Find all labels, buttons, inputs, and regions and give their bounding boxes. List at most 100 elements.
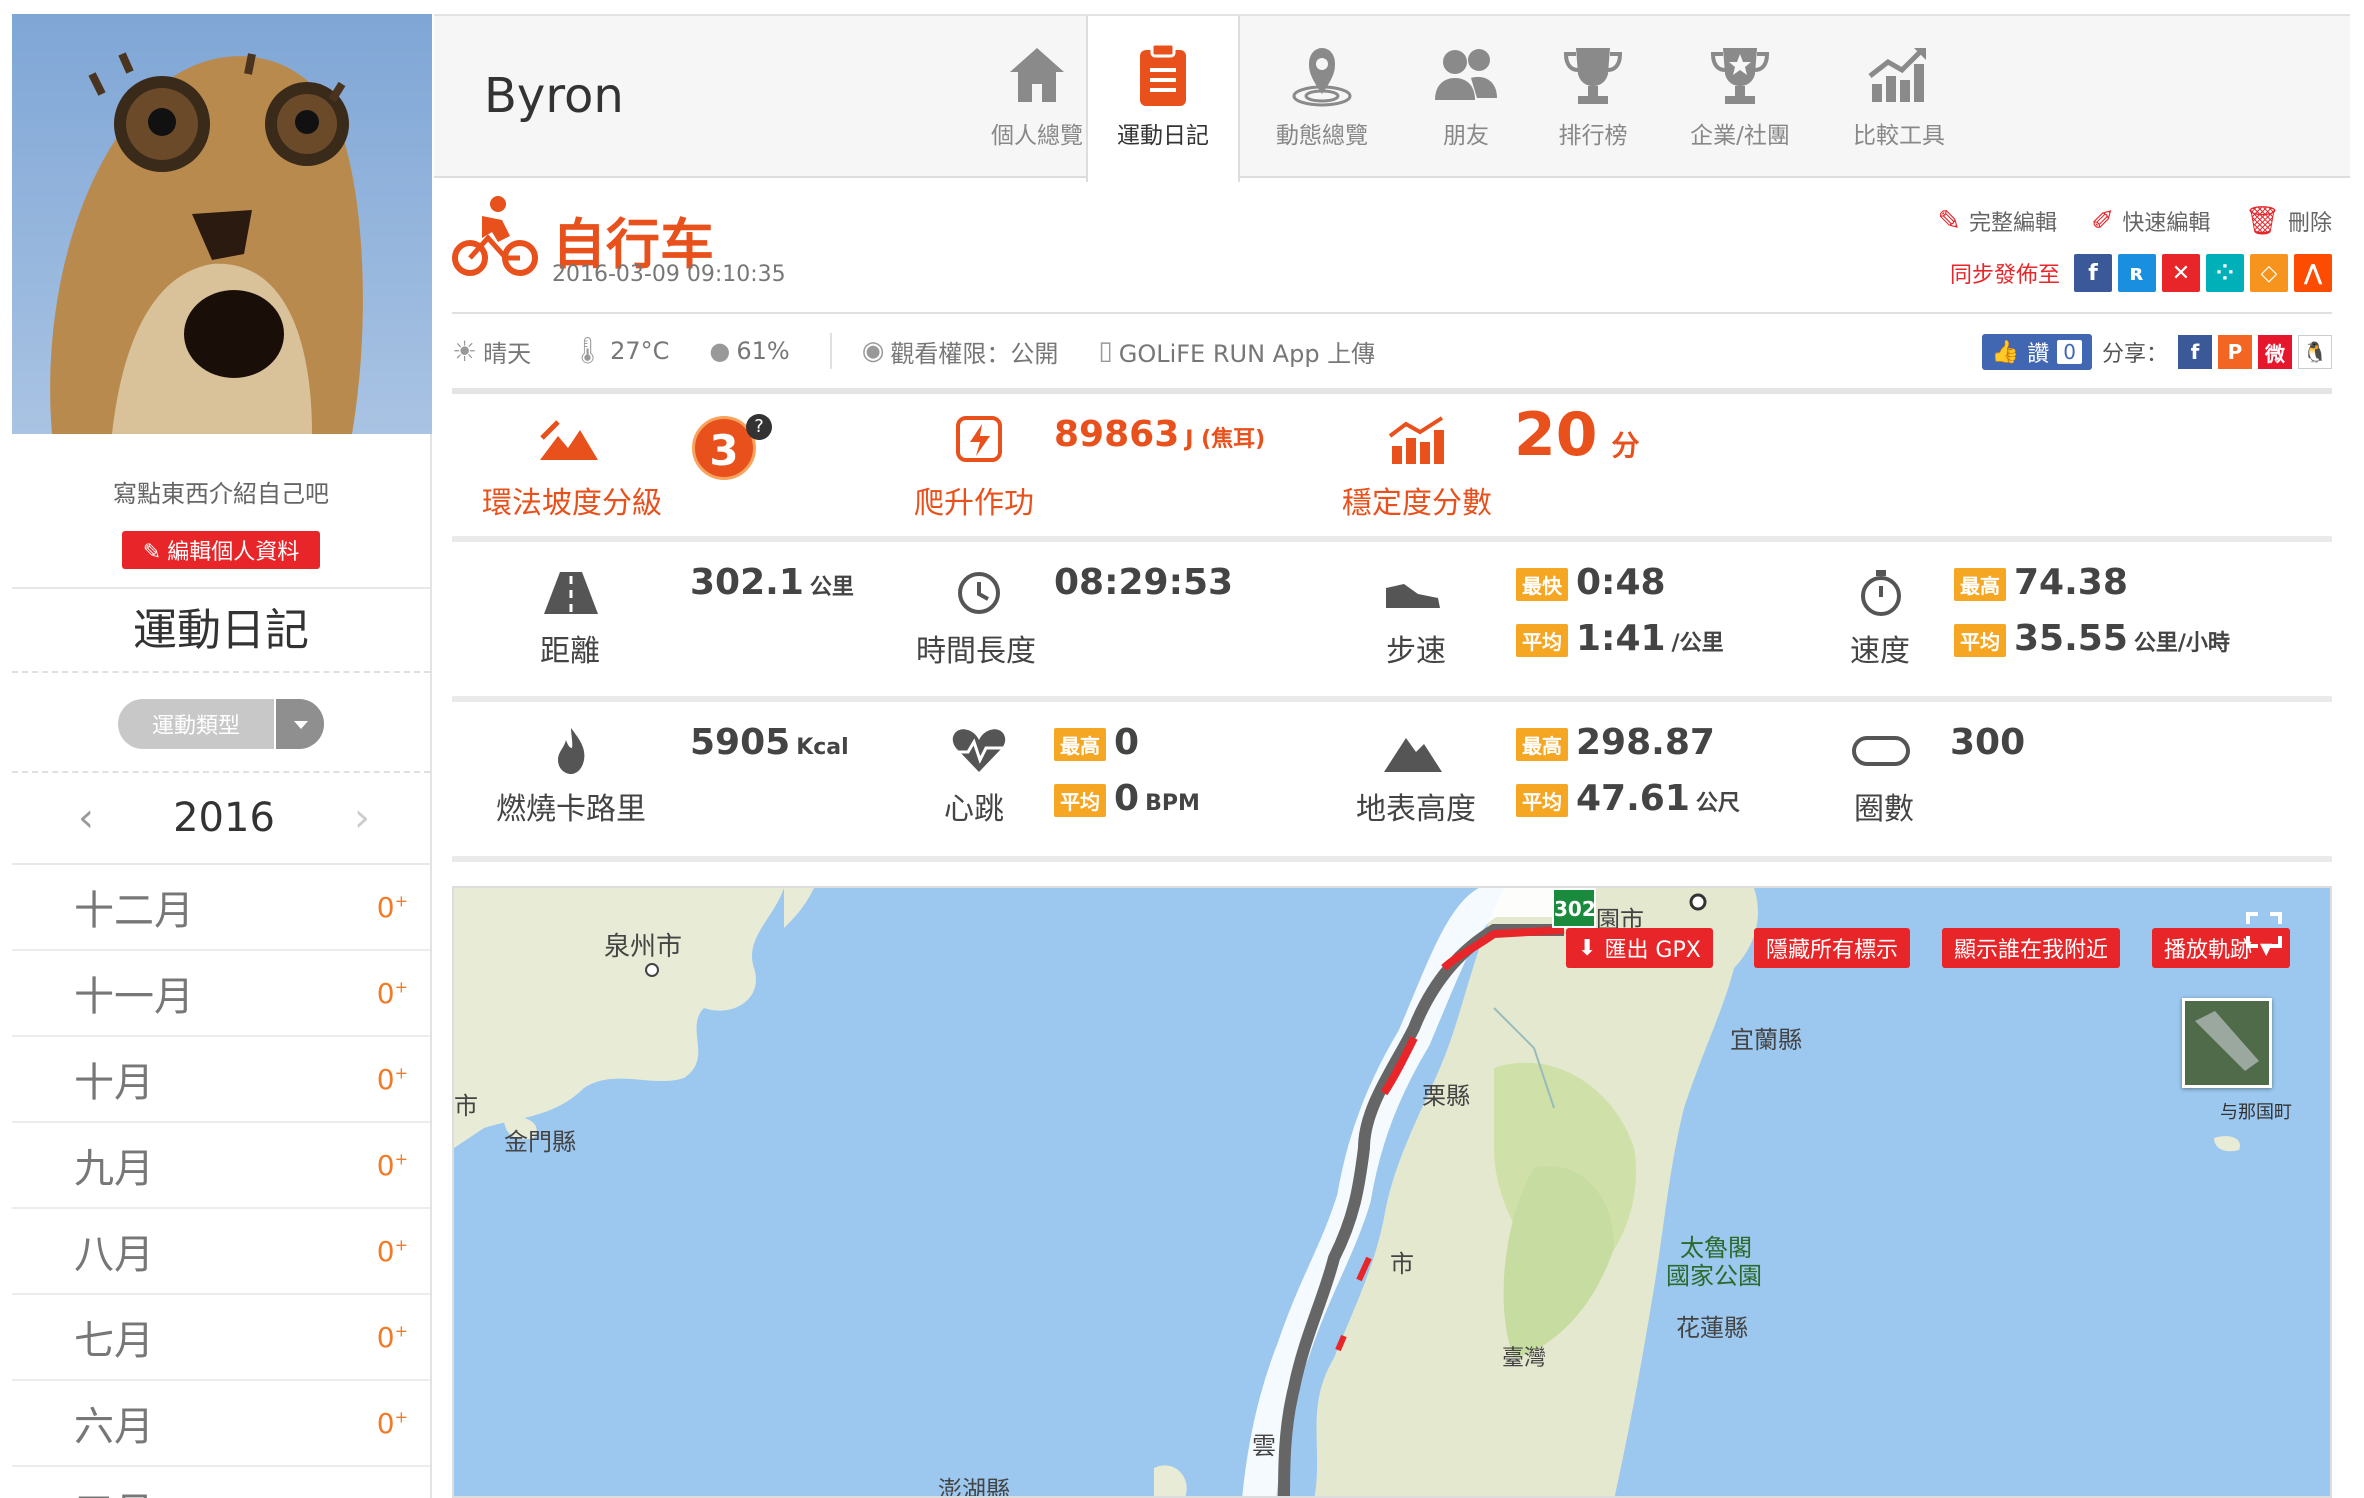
month-row[interactable]: 五月 0+ [12,1467,430,1498]
tab-0[interactable]: 個人總覽 [972,16,1102,180]
fullscreen-icon[interactable] [2244,910,2284,950]
weather: ☀ 晴天 [452,334,531,369]
month-row[interactable]: 十一月 0+ [12,951,430,1037]
fitbit-sync-icon[interactable]: ⁘ [2206,254,2244,292]
distance-number: 302.1 [690,562,804,603]
sidebar: 寫點東西介紹自己吧 ✎ 編輯個人資料 運動日記 運動類型 ‹ 2016 › 十二月… [12,14,432,1498]
month-count-plus: + [394,1407,408,1427]
satellite-thumbnail [2185,1001,2269,1085]
route-map[interactable]: 302 泉州市 金門縣 市 園市 宜蘭縣 栗縣 市 太魯閣 國家公園 花蓮縣 臺… [452,886,2332,1498]
pace-fast: 最快 0:48 [1516,562,1666,603]
altitude-max-badge: 最高 [1516,727,1568,761]
next-year-button[interactable]: › [354,795,370,841]
qq-share-icon[interactable]: 🐧 [2298,335,2332,369]
tab-5[interactable]: 企業/社團 [1656,16,1824,180]
lap-icon [1852,736,1910,766]
month-row[interactable]: 十二月 0+ [12,865,430,951]
strava-sync-icon[interactable]: ⋀ [2294,254,2332,292]
duration-label: 時間長度 [916,634,1036,669]
edit-profile-button[interactable]: ✎ 編輯個人資料 [122,531,320,569]
heart-icon [952,729,1006,772]
month-row[interactable]: 九月 0+ [12,1123,430,1209]
month-row[interactable]: 七月 0+ [12,1295,430,1381]
delete-button[interactable]: 🗑 刪除 [2244,204,2332,237]
map-canvas[interactable] [454,888,2332,1498]
stability-label: 穩定度分數 [1342,486,1492,521]
km-marker[interactable]: 302 [1552,888,1596,928]
heart-label: 心跳 [944,792,1004,827]
chevron-down-icon[interactable] [274,699,324,749]
road-icon [544,572,598,614]
avatar[interactable] [12,14,432,434]
altitude-max-value: 298.87 [1576,722,1715,763]
tab-label: 企業/社團 [1690,123,1790,149]
heart-unit: BPM [1145,791,1200,816]
show-nearby-button[interactable]: 顯示誰在我附近 [1942,928,2121,968]
month-row[interactable]: 八月 0+ [12,1209,430,1295]
month-name: 十一月 [74,974,194,1020]
tab-label: 運動日記 [1117,123,1209,149]
activity-actions: ✎ 完整編輯 ✐ 快速編輯 🗑 刪除 [1937,204,2332,237]
sync-publish: 同步發佈至 f ʀ ✕ ⁘ ◇ ⋀ [1950,254,2332,292]
bio-text: 寫點東西介紹自己吧 [113,480,329,508]
underarmour-sync-icon[interactable]: ✕ [2162,254,2200,292]
place-national-park: 國家公園 [1666,1262,1762,1290]
prev-year-button[interactable]: ‹ [78,795,94,841]
distance-value: 302.1 公里 [690,562,854,603]
quick-edit-button[interactable]: ✐ 快速編輯 [2091,204,2210,237]
tab-4[interactable]: 排行榜 [1528,16,1658,180]
pace-label: 步速 [1386,634,1446,669]
sun-icon: ☀ [452,334,478,368]
speed-avg-badge: 平均 [1954,623,2006,657]
tab-3[interactable]: 朋友 [1404,16,1528,180]
calories-number: 5905 [690,722,791,763]
garmin-sync-icon[interactable]: ◇ [2250,254,2288,292]
full-edit-button[interactable]: ✎ 完整編輯 [1937,204,2056,237]
speed-max: 最高 74.38 [1954,562,2128,603]
tab-2[interactable]: 動態總覽 [1242,16,1402,180]
like-button[interactable]: 👍 讚 0 [1981,334,2092,370]
place-taiwan: 臺灣 [1502,1346,1547,1371]
month-count-value: 0 [376,890,395,924]
distance-unit: 公里 [809,575,854,600]
pace-avg-value: 1:41 [1576,618,1666,659]
tab-label: 排行榜 [1558,123,1628,149]
play-track-label: 播放軌跡 [2164,938,2253,963]
month-count-plus: + [394,1321,408,1341]
pace-avg-badge: 平均 [1516,623,1568,657]
export-gpx-button[interactable]: ⬇ 匯出 GPX [1566,928,1713,968]
runkeeper-sync-icon[interactable]: ʀ [2118,254,2156,292]
laps-value: 300 [1950,722,2026,763]
stats-row-1: 環法坡度分級 3 ? 爬升作功 89863 J (焦耳) 穩定度分數 20 分 [452,394,2332,542]
month-row[interactable]: 十月 0+ [12,1037,430,1123]
weather-label: 晴天 [483,339,532,368]
stability-value: 20 分 [1514,400,1640,470]
hide-markers-button[interactable]: 隱藏所有標示 [1754,928,1911,968]
satellite-view-toggle[interactable] [2182,998,2272,1088]
sync-label: 同步發佈至 [1949,263,2060,288]
shoe-icon [1386,584,1440,608]
plurk-share-icon[interactable]: P [2218,335,2252,369]
like-label: 讚 [2027,342,2050,367]
speed-avg: 平均 35.55 公里/小時 [1954,618,2230,659]
place-yunlin: 雲 [1252,1432,1276,1460]
activity-type-dropdown[interactable]: 運動類型 [118,699,324,749]
temperature-value: 27°C [610,337,670,365]
delete-label: 刪除 [2287,210,2332,236]
month-row[interactable]: 六月 0+ [12,1381,430,1467]
month-count: 0+ [377,1149,408,1182]
weibo-share-icon[interactable]: 微 [2258,335,2292,369]
heart-avg-value: 0 [1114,778,1140,819]
tab-1[interactable]: 運動日記 [1086,16,1240,182]
facebook-sync-icon[interactable]: f [2074,254,2112,292]
privacy-label: 觀看權限：公開 [890,339,1059,368]
bar-chart-icon [1388,416,1444,464]
like-count: 0 [2057,340,2082,364]
pencil-icon: ✎ [142,540,162,565]
facebook-share-icon[interactable]: f [2178,335,2212,369]
user-name: Byron [484,68,624,124]
calories-unit: Kcal [796,735,849,760]
tab-6[interactable]: 比較工具 [1824,16,1974,180]
help-icon[interactable]: ? [746,414,772,440]
month-count-plus: + [394,1235,408,1255]
